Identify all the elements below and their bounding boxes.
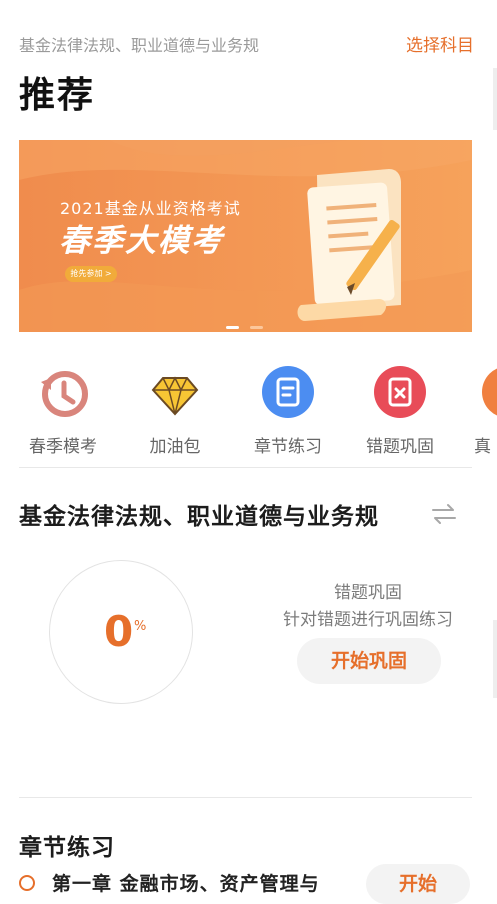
shortcut-boost-pack[interactable]: 加油包 — [129, 366, 221, 462]
banner-cta-button[interactable]: 抢先参加 > — [65, 266, 117, 282]
clock-rewind-icon — [41, 371, 88, 417]
partial-icon — [482, 368, 497, 416]
practice-divider — [19, 797, 472, 798]
mode-description: 针对错题进行巩固练习 — [283, 610, 453, 630]
shortcut-label: 章节练习 — [254, 437, 322, 457]
diamond-icon — [151, 376, 199, 416]
chapter-section-title: 章节练习 — [19, 835, 115, 861]
shortcut-label: 真 — [474, 437, 491, 457]
shortcuts-divider — [19, 467, 472, 468]
document-pen-icon — [297, 169, 401, 321]
carousel-indicator — [226, 326, 266, 330]
chapter-radio[interactable] — [19, 875, 35, 891]
carousel-dot[interactable] — [250, 326, 263, 329]
shortcut-spring-exam[interactable]: 春季模考 — [17, 366, 109, 462]
progress-value: 0 — [104, 607, 134, 656]
swap-icon[interactable] — [431, 503, 457, 525]
error-book-icon — [374, 366, 426, 418]
banner-title: 春季大模考 — [59, 223, 224, 259]
shortcut-label: 春季模考 — [29, 437, 97, 457]
progress-unit: % — [134, 619, 147, 634]
shortcut-label: 错题巩固 — [366, 437, 434, 457]
mode-title: 错题巩固 — [334, 583, 402, 603]
next-card-edge — [493, 68, 497, 130]
top-bar: 基金法律法规、职业道德与业务规 选择科目 — [19, 30, 474, 56]
promo-banner[interactable]: 2021基金从业资格考试 春季大模考 抢先参加 > — [19, 140, 472, 332]
shortcut-error-review[interactable]: 错题巩固 — [354, 366, 446, 462]
carousel-dot-active[interactable] — [226, 326, 239, 329]
chapter-start-button[interactable]: 开始 — [366, 864, 470, 904]
next-card-edge — [493, 620, 497, 698]
notebook-icon — [262, 366, 314, 418]
shortcut-partial[interactable]: 真 — [474, 366, 497, 462]
current-subject-label: 基金法律法规、职业道德与业务规 — [19, 36, 260, 55]
shortcut-chapter-practice[interactable]: 章节练习 — [242, 366, 334, 462]
shortcut-label: 加油包 — [149, 437, 201, 457]
page-title: 推荐 — [19, 75, 96, 116]
practice-subject-title: 基金法律法规、职业道德与业务规 — [19, 504, 379, 530]
start-review-button[interactable]: 开始巩固 — [297, 638, 441, 684]
select-subject-button[interactable]: 选择科目 — [406, 31, 474, 56]
